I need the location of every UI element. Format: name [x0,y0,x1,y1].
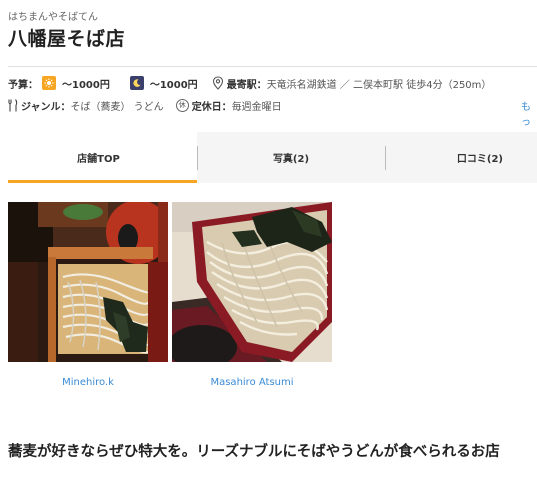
tab-reviews[interactable]: 口コミ(2) [385,132,537,183]
tab-separator [197,146,198,170]
holiday-value: 毎週金曜日 [231,101,282,113]
shop-furigana: はちまんやそばてん [8,12,98,23]
tab-shop-top[interactable]: 店舗TOP [0,132,197,183]
station-value: 天竜浜名湖鉄道 ／ 二俣本町駅 徒歩4分（250m） [266,79,492,91]
catchphrase: 蕎麦が好きならぜひ特大を。リーズナブルにそばやうどんが食べられるお店 [8,444,500,460]
tab-separator [385,146,386,170]
holiday-icon: 休 [175,98,189,112]
info-row-budget-station: 予算： ～1000円 ～1000円 最寄駅： 天竜浜名湖鉄道 ／ 二俣本町駅 徒… [8,73,491,93]
photo-credit-link[interactable]: Minehiro.k [8,377,168,388]
shop-photo-soba-zaru[interactable] [8,202,168,362]
sun-icon [42,76,56,90]
genre-label: ジャンル： [21,101,71,113]
budget-label: 予算： [8,79,38,91]
photo-credit-link[interactable]: Masahiro Atsumi [172,377,332,388]
station-label: 最寄駅： [226,79,267,91]
lunch-budget: ～1000円 [62,79,110,91]
moon-icon [129,76,144,90]
shop-name: 八幡屋そば店 [8,28,126,50]
header-divider [8,66,537,67]
shop-tabs: 店舗TOP 写真(2) 口コミ(2) [0,132,537,183]
map-pin-icon [212,76,224,90]
holiday-label: 定休日： [191,101,232,113]
tab-photos[interactable]: 写真(2) [197,132,385,183]
genre-value: そば（蕎麦） うどん [70,101,164,113]
shop-photo-soba-closeup[interactable] [172,202,332,362]
fork-knife-icon [8,98,18,112]
dinner-budget: ～1000円 [149,79,198,91]
more-info-link[interactable]: もっ [521,98,537,128]
info-row-genre-holiday: ジャンル： そば（蕎麦） うどん 休 定休日： 毎週金曜日 [8,95,282,115]
